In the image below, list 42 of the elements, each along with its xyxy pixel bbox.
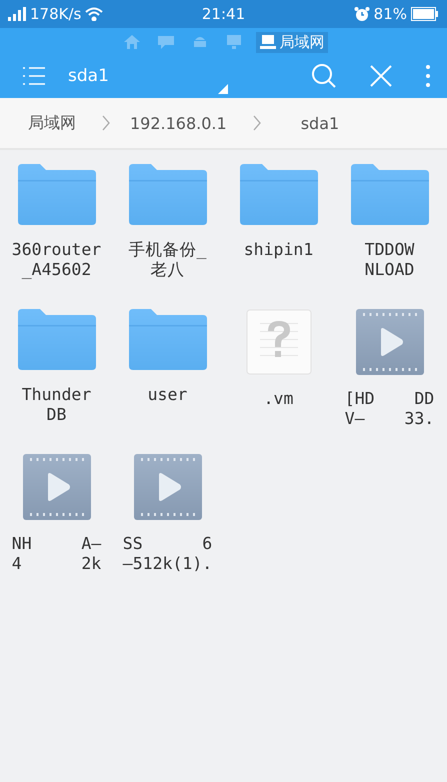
wifi-icon xyxy=(85,7,104,21)
monitor-icon xyxy=(224,34,242,50)
file-name[interactable]: user xyxy=(148,385,188,405)
file-name[interactable]: SS 6 —512k(1). xyxy=(122,534,212,574)
home-icon xyxy=(122,34,140,50)
folder-icon xyxy=(126,164,208,226)
battery-icon xyxy=(411,7,440,21)
file-name[interactable]: .vm xyxy=(264,389,294,409)
unknown-file-icon xyxy=(246,309,312,375)
clock: 21:41 xyxy=(202,5,246,23)
file-name[interactable]: NH A— 4 2k xyxy=(12,534,102,574)
search-button[interactable] xyxy=(311,63,337,89)
signal-icon xyxy=(8,7,26,21)
folder-icon xyxy=(238,164,320,226)
chevron-icon xyxy=(102,115,110,131)
video-file-icon xyxy=(22,454,90,520)
battery-level: 81% xyxy=(374,5,408,23)
folder-icon xyxy=(348,164,430,226)
breadcrumb[interactable]: sda1 xyxy=(300,114,340,132)
dropdown-corner-icon xyxy=(218,84,228,94)
chevron-icon xyxy=(252,115,261,131)
menu-button[interactable] xyxy=(22,66,46,86)
chat-icon xyxy=(156,34,174,50)
video-file-icon xyxy=(134,454,202,520)
computer-icon xyxy=(258,34,276,50)
file-name[interactable]: TDDOW NLOAD xyxy=(364,240,414,280)
folder-icon xyxy=(16,164,98,226)
video-file-icon xyxy=(356,309,424,375)
alarm-icon xyxy=(354,6,370,22)
breadcrumb[interactable]: 局域网 xyxy=(28,112,76,134)
file-name[interactable]: shipin1 xyxy=(244,240,314,260)
file-name[interactable]: Thunder DB xyxy=(22,385,92,425)
breadcrumb[interactable]: 192.168.0.1 xyxy=(130,114,227,132)
folder-icon xyxy=(16,309,98,371)
network-speed: 178K/s xyxy=(30,5,82,23)
folder-icon xyxy=(126,309,208,371)
folder-title: sda1 xyxy=(68,66,110,86)
file-name[interactable]: [HD DD V— 33. xyxy=(344,389,434,429)
close-button[interactable] xyxy=(369,64,393,88)
more-button[interactable] xyxy=(425,64,431,88)
file-name[interactable]: 手机备份_ 老八 xyxy=(128,240,206,280)
file-name[interactable]: 360router _A45602 xyxy=(12,240,102,280)
